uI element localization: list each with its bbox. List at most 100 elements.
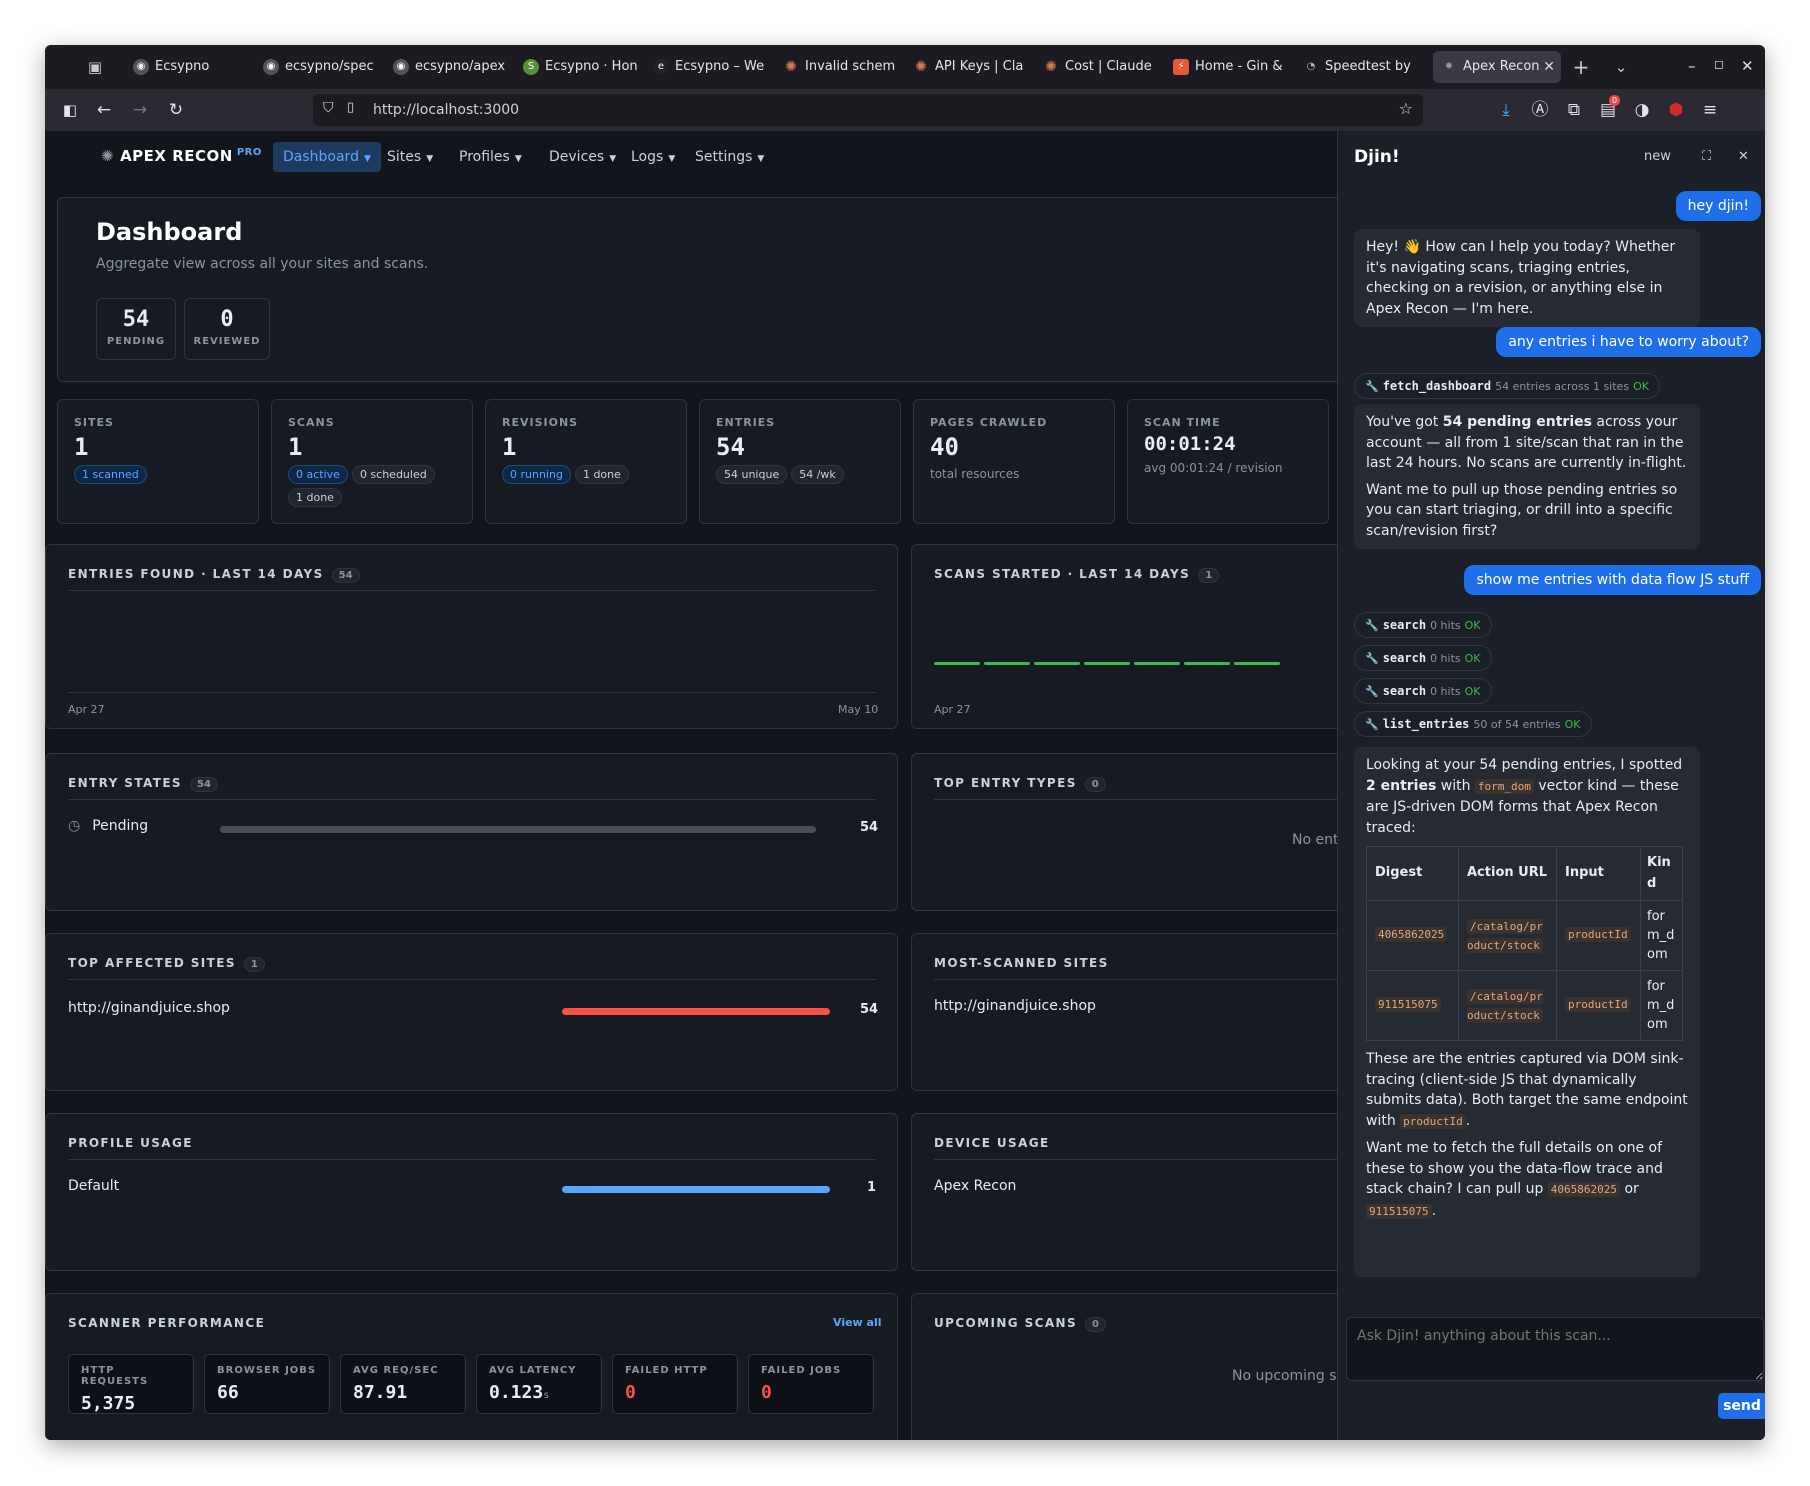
stat-scans[interactable]: SCANS 1 0 active 0 scheduled 1 done bbox=[271, 399, 473, 524]
tab-api-keys[interactable]: ✺ API Keys | Cla bbox=[905, 51, 1033, 83]
claude-icon: ✺ bbox=[785, 59, 797, 75]
tab-apex-recon[interactable]: ✸ Apex Recon ✕ bbox=[1433, 51, 1561, 83]
scan-day-bar bbox=[1234, 662, 1280, 665]
extension-badge-icon[interactable]: ▤ 0 bbox=[1597, 95, 1621, 121]
close-tab-icon[interactable]: ✕ bbox=[1543, 51, 1555, 83]
ublock-icon[interactable]: ⬢ bbox=[1665, 99, 1687, 121]
tab-speedtest[interactable]: ◔ Speedtest by bbox=[1295, 51, 1423, 83]
stat-entries[interactable]: ENTRIES 54 54 unique 54 /wk bbox=[699, 399, 901, 524]
entry-state-row[interactable]: ◷ Pending bbox=[68, 818, 148, 834]
tab-ecsypno-home[interactable]: S Ecsypno · Hon bbox=[515, 51, 643, 83]
chip: 1 scanned bbox=[74, 465, 147, 484]
new-tab-icon[interactable]: + bbox=[1571, 57, 1591, 77]
view-all-link[interactable]: View all bbox=[833, 1316, 882, 1329]
forward-icon[interactable]: → bbox=[129, 99, 151, 121]
close-icon[interactable]: ✕ bbox=[1738, 149, 1749, 164]
minimize-icon[interactable]: – bbox=[1688, 57, 1696, 75]
tab-ecsypno-web[interactable]: e Ecsypno – We bbox=[645, 51, 773, 83]
metric-failed-http: FAILED HTTP 0 bbox=[612, 1354, 738, 1414]
tab-list-icon[interactable]: ⌄ bbox=[1611, 57, 1631, 77]
panel-top-affected-sites: TOP AFFECTED SITES 1 http://ginandjuice.s… bbox=[45, 933, 898, 1091]
pending-count[interactable]: 54 PENDING bbox=[96, 298, 176, 360]
menu-sites[interactable]: Sites ▼ bbox=[377, 142, 443, 172]
menu-devices[interactable]: Devices ▼ bbox=[539, 142, 626, 172]
stat-sites[interactable]: SITES 1 1 scanned bbox=[57, 399, 259, 524]
vpn-icon[interactable]: ◑ bbox=[1631, 99, 1653, 121]
reviewed-count[interactable]: 0 REVIEWED bbox=[184, 298, 270, 360]
expand-icon[interactable]: ⛶ bbox=[1702, 149, 1711, 164]
url-text[interactable]: http://localhost:3000 bbox=[373, 94, 519, 126]
wrench-icon: 🔧 bbox=[1365, 652, 1379, 665]
wrench-icon: 🔧 bbox=[1365, 619, 1379, 632]
account-icon[interactable]: Ⓐ bbox=[1529, 99, 1551, 121]
tool-call[interactable]: 🔧 list_entries 50 of 54 entries OK bbox=[1354, 711, 1592, 737]
tab-overview-icon[interactable]: ▣ bbox=[85, 57, 105, 77]
back-icon[interactable]: ← bbox=[93, 99, 115, 121]
app-nav: ✺ APEX RECON PRO Dashboard ▼ Sites ▼ Profile… bbox=[45, 131, 1345, 183]
panel-title: SCANNER PERFORMANCE bbox=[68, 1316, 266, 1330]
table-row[interactable]: 4065862025 /catalog/product/stock produc… bbox=[1366, 900, 1683, 971]
menu-logs[interactable]: Logs ▼ bbox=[621, 142, 685, 172]
tab-ecsypno-spec[interactable]: ◉ ecsypno/spec bbox=[255, 51, 383, 83]
tab-ecsypno[interactable]: ◉ Ecsypno bbox=[125, 51, 253, 83]
profile-link[interactable]: Default bbox=[68, 1178, 119, 1194]
panel-device-usage: DEVICE USAGE Apex Recon bbox=[911, 1113, 1351, 1271]
menu-profiles[interactable]: Profiles ▼ bbox=[449, 142, 532, 172]
download-icon[interactable]: ⤓ bbox=[1495, 99, 1517, 121]
page-subtitle: Aggregate view across all your sites and… bbox=[96, 256, 429, 272]
panel-scans-started: SCANS STARTED · LAST 14 DAYS 1 Apr 27 bbox=[911, 544, 1351, 729]
github-icon: ◉ bbox=[263, 59, 279, 75]
send-button[interactable]: send bbox=[1718, 1393, 1765, 1419]
menu-dashboard[interactable]: Dashboard ▼ bbox=[273, 142, 381, 172]
url-bar[interactable]: ⛉ ▯ http://localhost:3000 ☆ bbox=[313, 94, 1423, 126]
stat-revisions[interactable]: REVISIONS 1 0 running 1 done bbox=[485, 399, 687, 524]
brain-icon: ✺ bbox=[101, 147, 115, 165]
browser-window: ▣ ◉ Ecsypno ◉ ecsypno/spec ◉ ecsypno/apex S… bbox=[45, 45, 1765, 1440]
site-link[interactable]: http://ginandjuice.shop bbox=[68, 1000, 230, 1016]
tool-call[interactable]: 🔧 search 0 hits OK bbox=[1354, 612, 1492, 638]
empty-state: No upcoming s bbox=[1232, 1368, 1337, 1384]
table-row[interactable]: 911515075 /catalog/product/stock product… bbox=[1366, 970, 1683, 1041]
tool-call[interactable]: 🔧 search 0 hits OK bbox=[1354, 678, 1492, 704]
bookmark-star-icon[interactable]: ☆ bbox=[1399, 99, 1413, 118]
speedtest-icon: ◔ bbox=[1306, 61, 1316, 72]
apex-icon: ✸ bbox=[1444, 61, 1454, 72]
panel-top-entry-types: TOP ENTRY TYPES 0 No entri bbox=[911, 753, 1351, 911]
device-link[interactable]: Apex Recon bbox=[934, 1178, 1016, 1194]
close-window-icon[interactable]: ✕ bbox=[1741, 57, 1754, 75]
menu-settings[interactable]: Settings ▼ bbox=[685, 142, 774, 172]
panel-profile-usage: PROFILE USAGE Default 1 bbox=[45, 1113, 898, 1271]
scan-day-bar bbox=[1134, 662, 1180, 665]
tab-invalid-schema[interactable]: ✺ Invalid schem bbox=[775, 51, 903, 83]
caret-down-icon: ▼ bbox=[609, 154, 617, 164]
scan-day-bar bbox=[1084, 662, 1130, 665]
caret-down-icon: ▼ bbox=[514, 154, 522, 164]
shopify-icon: S bbox=[523, 59, 539, 75]
tab-cost-claude[interactable]: ✺ Cost | Claude bbox=[1035, 51, 1163, 83]
user-message: show me entries with data flow JS stuff bbox=[1464, 565, 1761, 595]
panel-title: TOP AFFECTED SITES 1 bbox=[68, 956, 265, 972]
chat-input[interactable] bbox=[1346, 1317, 1764, 1381]
metric-failed-jobs: FAILED JOBS 0 bbox=[748, 1354, 874, 1414]
tab-ecsypno-apex[interactable]: ◉ ecsypno/apex bbox=[385, 51, 513, 83]
brand[interactable]: ✺ APEX RECON PRO bbox=[101, 147, 262, 165]
tool-call[interactable]: 🔧 search 0 hits OK bbox=[1354, 645, 1492, 671]
sidebar-icon[interactable]: ◧ bbox=[59, 99, 81, 121]
tool-call[interactable]: 🔧 fetch_dashboard 54 entries across 1 site… bbox=[1354, 373, 1660, 399]
assistant-message: You've got 54 pending entries across you… bbox=[1354, 404, 1700, 549]
extension-badge: 0 bbox=[1609, 95, 1621, 106]
tab-home-gin[interactable]: ⚡ Home - Gin & bbox=[1165, 51, 1293, 83]
new-chat-button[interactable]: new bbox=[1644, 149, 1671, 164]
chat-panel: Djin! new ⛶ ✕ hey djin! Hey! 👋 How can I… bbox=[1337, 131, 1765, 1440]
stat-scan-time[interactable]: SCAN TIME 00:01:24 avg 00:01:24 / revisi… bbox=[1127, 399, 1329, 524]
menu-icon[interactable]: ≡ bbox=[1699, 99, 1721, 121]
reload-icon[interactable]: ↻ bbox=[165, 99, 187, 121]
panel-entry-states: ENTRY STATES 54 ◷ Pending 54 bbox=[45, 753, 898, 911]
github-icon: ◉ bbox=[133, 59, 149, 75]
shield-icon[interactable]: ⛉ bbox=[323, 100, 334, 116]
stat-pages-crawled[interactable]: PAGES CRAWLED 40 total resources bbox=[913, 399, 1115, 524]
site-link[interactable]: http://ginandjuice.shop bbox=[934, 998, 1096, 1014]
maximize-icon[interactable]: ◻ bbox=[1714, 57, 1724, 71]
metric-http-requests: HTTP REQUESTS 5,375 bbox=[68, 1354, 194, 1414]
extensions-icon[interactable]: ⧉ bbox=[1563, 99, 1585, 121]
